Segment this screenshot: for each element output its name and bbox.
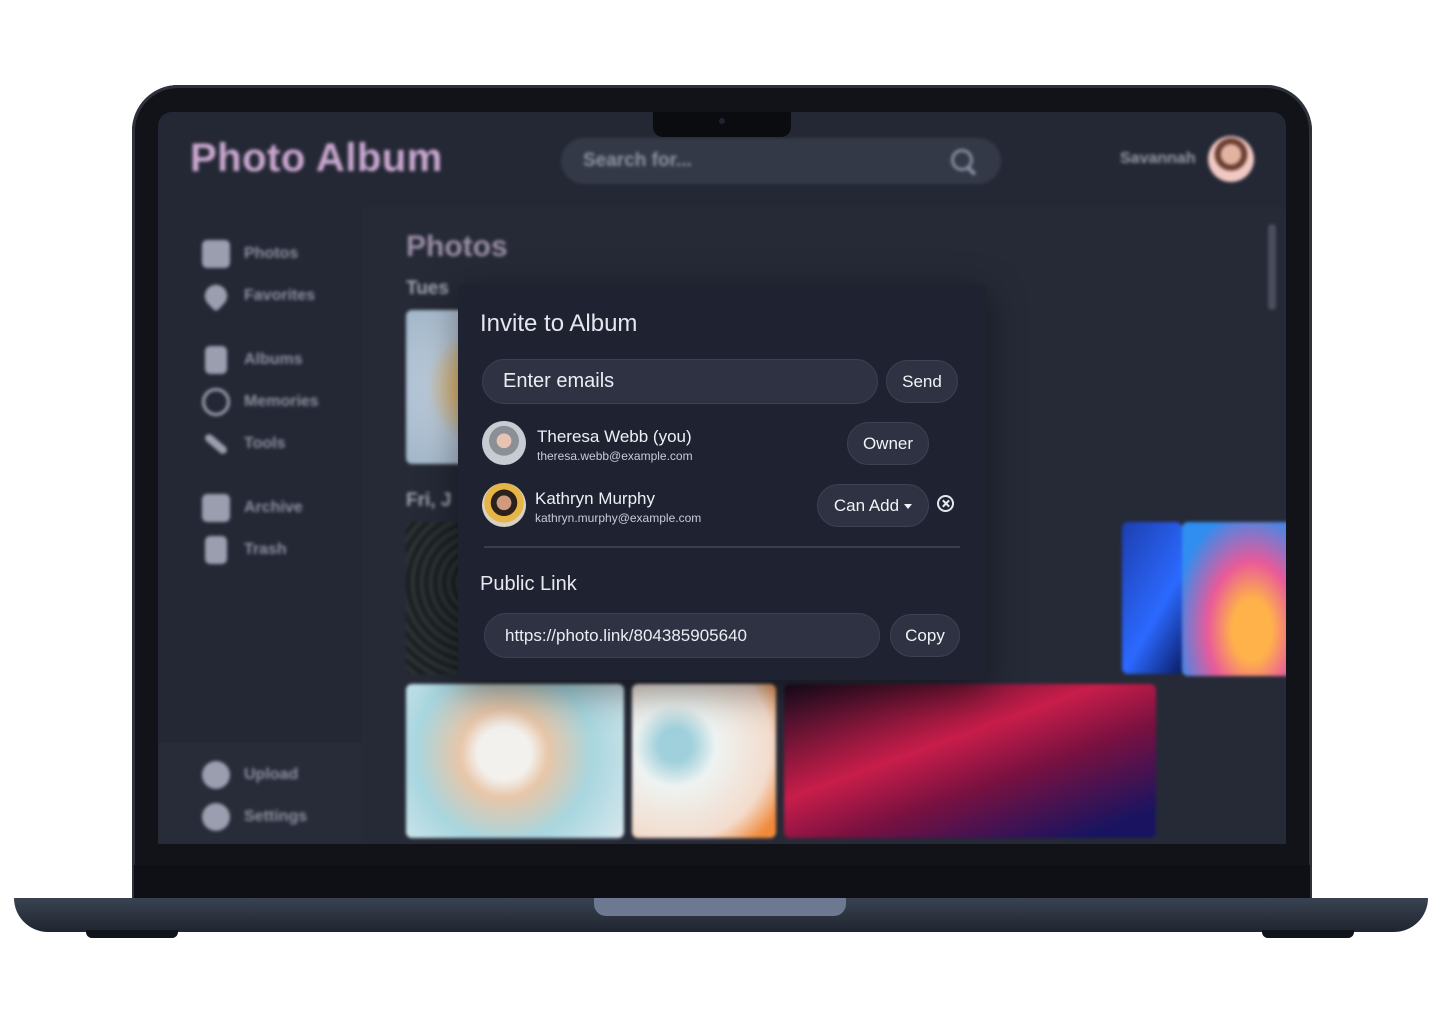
sidebar-item-label: Favorites	[244, 287, 316, 304]
sidebar-bottom: Upload Settings	[158, 744, 362, 844]
member-email: theresa.webb@example.com	[537, 449, 693, 463]
copy-button[interactable]: Copy	[890, 614, 960, 657]
laptop-base	[14, 898, 1428, 932]
member-email: kathryn.murphy@example.com	[535, 511, 702, 525]
sidebar-item-trash[interactable]: Trash	[202, 536, 287, 564]
role-dropdown[interactable]: Can Add	[817, 484, 929, 527]
app-title: Photo Album	[190, 136, 443, 180]
sidebar-item-memories[interactable]: Memories	[202, 388, 319, 416]
photo-thumbnail[interactable]	[406, 684, 624, 838]
divider	[484, 546, 960, 548]
modal-title: Invite to Album	[480, 310, 638, 337]
email-field[interactable]	[482, 359, 878, 404]
sidebar-item-label: Upload	[244, 766, 299, 783]
sidebar-item-favorites[interactable]: Favorites	[200, 280, 316, 312]
sidebar-item-settings[interactable]: Settings	[202, 803, 307, 831]
screen: Photo Album Search for... Savannah Photo…	[158, 112, 1286, 844]
photo-thumbnail[interactable]	[784, 684, 1156, 838]
remove-member-icon[interactable]	[937, 495, 954, 512]
sidebar-item-label: Photos	[244, 245, 299, 262]
caret-down-icon	[904, 504, 913, 509]
avatar[interactable]	[1208, 136, 1254, 182]
photo-thumbnail[interactable]	[1182, 522, 1286, 676]
sidebar-item-tools[interactable]: Tools	[202, 430, 285, 458]
date-group-label: Tues	[406, 278, 449, 299]
archive-icon	[202, 494, 230, 522]
member-name: Theresa Webb (you)	[537, 427, 692, 446]
camera-icon	[719, 118, 725, 124]
search-bar[interactable]: Search for...	[561, 138, 1001, 184]
username: Savannah	[1120, 150, 1196, 167]
role-badge-owner: Owner	[847, 422, 929, 465]
laptop-chin	[134, 865, 1310, 899]
memories-icon	[202, 388, 230, 416]
search-placeholder: Search for...	[583, 150, 692, 171]
public-link-field[interactable]	[484, 613, 880, 658]
photo-thumbnail[interactable]	[1122, 522, 1182, 674]
page-title: Photos	[406, 230, 508, 263]
gear-icon	[202, 803, 230, 831]
sidebar-item-label: Archive	[244, 499, 303, 516]
laptop-foot-right	[1262, 930, 1354, 938]
heart-icon	[200, 280, 232, 312]
public-link-heading: Public Link	[480, 573, 577, 595]
photos-icon	[202, 240, 230, 268]
sidebar-item-albums[interactable]: Albums	[202, 346, 303, 374]
sidebar-item-upload[interactable]: Upload	[202, 761, 298, 789]
wrench-icon	[202, 430, 230, 458]
sidebar-item-label: Memories	[244, 393, 319, 410]
member-avatar	[482, 421, 526, 465]
send-button[interactable]: Send	[886, 360, 958, 403]
sidebar-item-label: Tools	[244, 435, 286, 452]
camera-notch	[653, 112, 791, 137]
member-name: Kathryn Murphy	[535, 489, 655, 508]
laptop-hinge-notch	[594, 898, 846, 916]
sidebar-item-label: Trash	[244, 541, 287, 558]
sidebar-item-photos[interactable]: Photos	[202, 240, 298, 268]
photo-thumbnail[interactable]	[632, 684, 776, 838]
laptop-foot-left	[86, 930, 178, 938]
album-icon	[205, 346, 227, 374]
date-group-label: Fri, J	[406, 490, 452, 511]
trash-icon	[205, 536, 227, 564]
search-icon[interactable]	[951, 149, 973, 171]
sidebar-item-label: Settings	[244, 808, 308, 825]
role-dropdown-label: Can Add	[833, 495, 900, 515]
member-avatar	[482, 483, 526, 527]
invite-modal: Invite to Album Send Theresa Webb (you) …	[458, 284, 986, 680]
scrollbar[interactable]	[1268, 224, 1276, 310]
plus-circle-icon	[202, 761, 230, 789]
sidebar-item-label: Albums	[244, 351, 303, 368]
sidebar-item-archive[interactable]: Archive	[202, 494, 303, 522]
